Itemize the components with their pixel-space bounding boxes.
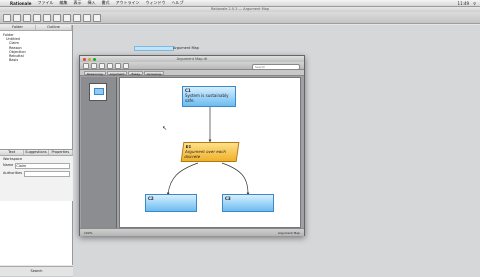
link-tool-icon[interactable] <box>99 63 105 69</box>
left-panel: Folder Outline Folder Untitled Claim Rea… <box>0 25 73 265</box>
menu-help[interactable]: ヘルプ <box>171 0 183 6</box>
menu-outline[interactable]: アウトライン <box>115 0 139 6</box>
box-tool-icon[interactable] <box>91 63 97 69</box>
document-title-text: Argument Map.rtl <box>176 57 208 61</box>
thumbnail-pane <box>81 77 117 228</box>
node-id: C3 <box>225 196 231 201</box>
tab-grouping[interactable]: Grouping <box>144 71 164 76</box>
menu-window[interactable]: ウィンドウ <box>145 0 165 6</box>
select-tool-icon[interactable] <box>83 63 89 69</box>
link-e1-c2[interactable] <box>166 162 199 196</box>
tab-folder[interactable]: Folder <box>0 25 36 30</box>
claim-node-c2[interactable]: C2 <box>145 194 197 212</box>
menu-bar: Rationale ファイル 編集 表示 挿入 書式 アウトライン ウィンドウ … <box>0 0 480 7</box>
tab-essay[interactable]: Essay <box>128 71 144 76</box>
print-icon[interactable] <box>33 14 41 22</box>
argument-map-canvas[interactable]: C1 System is sustainably safe. E1 Argume… <box>119 77 301 228</box>
tab-outline[interactable]: Outline <box>36 25 72 30</box>
tab-argument[interactable]: Argument <box>106 71 128 76</box>
search-button[interactable]: Search <box>0 266 73 276</box>
claim-node-c1[interactable]: C1 System is sustainably safe. <box>182 86 236 107</box>
properties-panel: Text Suggestions Properties Workspace Na… <box>0 149 73 201</box>
node-id: C2 <box>148 196 154 201</box>
new-icon[interactable] <box>3 14 11 22</box>
node-text: System is sustainably safe. <box>185 93 229 103</box>
tree-item[interactable]: Basis <box>3 58 69 62</box>
save-icon[interactable] <box>23 14 31 22</box>
tab-text[interactable]: Text <box>0 150 25 155</box>
zoom-icon[interactable] <box>93 14 101 22</box>
open-icon[interactable] <box>13 14 21 22</box>
document-window: Argument Map.rtl Search Reasoning Argume… <box>79 55 305 236</box>
status-label: Argument Map <box>277 231 300 235</box>
main-toolbar <box>0 12 480 24</box>
property-label: Workspace <box>3 157 23 161</box>
property-row: Authorities <box>0 170 73 178</box>
strategy-node-e1[interactable]: E1 Argument over each discrete <box>180 142 240 162</box>
tab-reasoning[interactable]: Reasoning <box>84 71 106 76</box>
document-toolbar: Search <box>80 62 304 70</box>
menu-insert[interactable]: 挿入 <box>87 0 95 6</box>
color-icon[interactable] <box>123 63 129 69</box>
zoom-level[interactable]: 100% <box>84 231 93 235</box>
spotlight-icon[interactable]: ⚲ <box>473 1 476 6</box>
redo-icon[interactable] <box>53 14 61 22</box>
property-name-field[interactable]: Claim <box>15 163 70 169</box>
document-tabs: Reasoning Argument Essay Grouping <box>80 70 304 76</box>
property-row: Name Claim <box>0 162 73 170</box>
property-authorities-field[interactable] <box>24 171 70 177</box>
tab-suggestions[interactable]: Suggestions <box>24 150 49 155</box>
outline-tree: Folder Untitled Claim Reason Objection R… <box>0 31 72 64</box>
map-thumbnail[interactable] <box>89 83 107 101</box>
copy-icon[interactable] <box>73 14 81 22</box>
undo-icon[interactable] <box>43 14 51 22</box>
clock: 11:49 <box>457 1 470 6</box>
floating-palette[interactable] <box>134 46 174 51</box>
node-text: Argument over each discrete <box>184 149 227 159</box>
link-e1-c3[interactable] <box>221 162 250 196</box>
document-status-bar: 100% Argument Map <box>80 228 304 236</box>
mouse-cursor-icon: ↖ <box>162 125 168 132</box>
cut-icon[interactable] <box>63 14 71 22</box>
palette-label: Argument Map <box>173 46 199 50</box>
close-icon[interactable] <box>83 57 86 61</box>
layout-icon[interactable] <box>115 63 121 69</box>
paste-icon[interactable] <box>83 14 91 22</box>
menu-view[interactable]: 表示 <box>73 0 81 6</box>
document-search-input[interactable]: Search <box>252 63 300 70</box>
delete-icon[interactable] <box>107 63 113 69</box>
thumbnail-node <box>94 88 104 95</box>
menu-file[interactable]: ファイル <box>37 0 53 6</box>
claim-node-c3[interactable]: C3 <box>222 194 274 212</box>
menu-edit[interactable]: 編集 <box>59 0 67 6</box>
menu-format[interactable]: 書式 <box>101 0 109 6</box>
property-label: Name <box>3 163 14 167</box>
tab-properties[interactable]: Properties <box>49 150 73 155</box>
property-label: Authorities <box>3 171 23 175</box>
menu-app[interactable]: Rationale <box>10 1 31 6</box>
zoom-window-icon[interactable] <box>93 57 96 61</box>
minimize-icon[interactable] <box>88 57 91 61</box>
